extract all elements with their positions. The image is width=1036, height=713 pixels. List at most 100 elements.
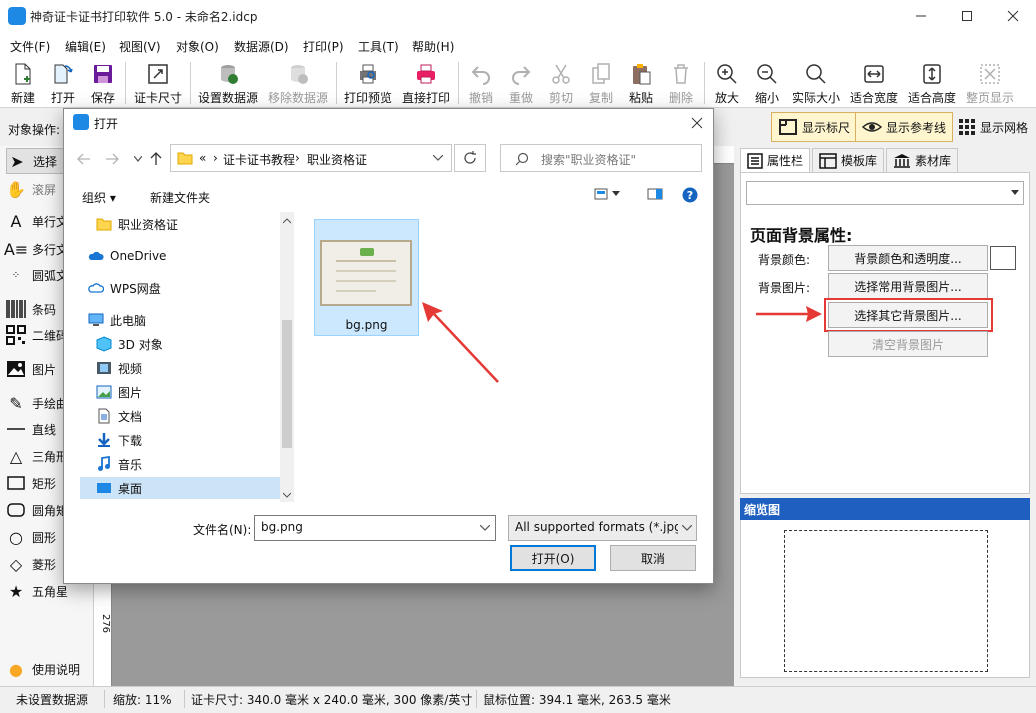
menu-view[interactable]: 视图(V)	[119, 38, 161, 55]
open-button[interactable]: 打开(O)	[510, 545, 596, 571]
nav-item-music[interactable]: 音乐	[96, 453, 142, 475]
menu-edit[interactable]: 编辑(E)	[65, 38, 106, 55]
breadcrumb-current[interactable]: 职业资格证	[307, 151, 367, 168]
search-input[interactable]: 搜索"职业资格证"	[500, 144, 702, 172]
common-bg-image-button[interactable]: 选择常用背景图片...	[828, 273, 988, 299]
object-selector[interactable]	[746, 181, 1024, 205]
new-folder-button[interactable]: 新建文件夹	[150, 189, 210, 206]
bg-color-button[interactable]: 背景颜色和透明度...	[828, 245, 988, 271]
scroll-up-arrow-icon[interactable]	[283, 218, 291, 224]
set-datasource-button[interactable]: 设置数据源	[196, 60, 260, 106]
back-button[interactable]	[74, 150, 94, 168]
delete-button[interactable]: 删除	[664, 60, 698, 106]
recent-locations-button[interactable]	[128, 150, 148, 168]
folder-icon	[96, 218, 112, 231]
fit-height-button[interactable]: 适合高度	[906, 60, 958, 106]
address-dropdown[interactable]	[426, 145, 450, 171]
tool-triangle[interactable]: △ 三角形	[6, 443, 68, 469]
filename-input[interactable]: bg.png	[254, 515, 496, 541]
filetype-select[interactable]: All supported formats (*.jpg;	[508, 515, 697, 541]
tool-circle[interactable]: ○ 圆形	[6, 524, 56, 550]
tool-image[interactable]: 图片	[6, 356, 56, 382]
scroll-down-arrow-icon[interactable]	[283, 492, 291, 498]
open-button[interactable]: 打开	[46, 60, 80, 106]
help-button[interactable]: ● 使用说明	[6, 656, 80, 682]
tool-multi-line-text[interactable]: A≡ 多行文	[4, 236, 68, 262]
menu-datasource[interactable]: 数据源(D)	[234, 38, 289, 55]
tool-arc-text[interactable]: ⁘ 圆弧文	[6, 262, 68, 288]
zoom-in-button[interactable]: 放大	[710, 60, 744, 106]
nav-item-videos[interactable]: 视频	[96, 357, 142, 379]
direct-print-button[interactable]: 直接打印	[400, 60, 452, 106]
tool-single-line-text[interactable]: A 单行文	[6, 208, 69, 234]
tool-diamond[interactable]: ◇ 菱形	[6, 551, 56, 577]
address-bar[interactable]: « › 证卡证书教程 › 职业资格证	[170, 144, 452, 172]
nav-item-downloads[interactable]: 下载	[96, 429, 142, 451]
help-button[interactable]: ?	[682, 187, 698, 203]
tool-qrcode[interactable]: 二维码	[6, 322, 68, 348]
show-grid-toggle[interactable]: 显示网格	[951, 112, 1035, 142]
menu-object[interactable]: 对象(O)	[176, 38, 219, 55]
cancel-button[interactable]: 取消	[610, 545, 696, 571]
menu-tools[interactable]: 工具(T)	[358, 38, 399, 55]
show-ruler-toggle[interactable]: 显示标尺	[771, 112, 858, 142]
breadcrumb-overflow[interactable]: «	[199, 151, 206, 165]
up-button[interactable]	[146, 150, 166, 168]
help-icon: ?	[682, 187, 698, 203]
tab-properties[interactable]: 属性栏	[740, 148, 811, 172]
nav-item-wps[interactable]: WPS网盘	[88, 277, 161, 299]
dialog-close-button[interactable]	[684, 112, 710, 134]
forward-button[interactable]	[102, 150, 122, 168]
remove-datasource-button[interactable]: 移除数据源	[266, 60, 330, 106]
chevron-down-icon	[1011, 190, 1019, 195]
copy-button[interactable]: 复制	[584, 60, 618, 106]
nav-item-folder[interactable]: 职业资格证	[96, 213, 178, 235]
breadcrumb-item[interactable]: 证卡证书教程	[223, 151, 295, 168]
nav-item-onedrive[interactable]: OneDrive	[88, 245, 166, 267]
nav-item-documents[interactable]: 文档	[96, 405, 142, 427]
close-button[interactable]	[990, 0, 1036, 32]
maximize-button[interactable]	[944, 0, 990, 32]
clear-bg-image-button[interactable]: 清空背景图片	[828, 331, 988, 357]
view-options-button[interactable]	[594, 188, 620, 200]
nav-item-this-pc[interactable]: 此电脑	[88, 309, 146, 331]
tool-star[interactable]: ★ 五角星	[6, 578, 68, 604]
toolbar-separator	[458, 62, 459, 104]
redo-button[interactable]: 重做	[504, 60, 538, 106]
undo-button[interactable]: 撤销	[464, 60, 498, 106]
new-button[interactable]: 新建	[6, 60, 40, 106]
tab-materials[interactable]: 素材库	[886, 148, 959, 172]
fit-width-button[interactable]: 适合宽度	[848, 60, 900, 106]
nav-item-pictures[interactable]: 图片	[96, 381, 142, 403]
tool-pan[interactable]: ✋ 滚屏	[6, 176, 56, 202]
menu-print[interactable]: 打印(P)	[303, 38, 344, 55]
menu-file[interactable]: 文件(F)	[10, 38, 50, 55]
video-icon	[97, 362, 111, 374]
actual-size-button[interactable]: 实际大小	[790, 60, 842, 106]
print-preview-button[interactable]: 打印预览	[342, 60, 394, 106]
preview-pane-button[interactable]	[647, 188, 663, 200]
filetype-dropdown[interactable]	[678, 516, 696, 540]
tool-line[interactable]: 直线	[6, 416, 56, 442]
refresh-button[interactable]	[454, 144, 486, 172]
bg-color-swatch[interactable]	[990, 246, 1016, 270]
paste-button[interactable]: 粘贴	[624, 60, 658, 106]
minimize-button[interactable]	[898, 0, 944, 32]
tool-rectangle[interactable]: 矩形	[6, 470, 56, 496]
tool-freehand[interactable]: ✎ 手绘曲	[6, 390, 68, 416]
whole-page-button[interactable]: 整页显示	[964, 60, 1016, 106]
cut-button[interactable]: 剪切	[544, 60, 578, 106]
tab-templates[interactable]: 模板库	[812, 148, 885, 172]
tool-barcode[interactable]: 条码	[6, 296, 56, 322]
tool-rounded-rectangle[interactable]: 圆角矩	[6, 497, 68, 523]
menu-help[interactable]: 帮助(H)	[412, 38, 454, 55]
nav-item-3d-objects[interactable]: 3D 对象	[96, 333, 163, 355]
nav-scrollbar-thumb[interactable]	[282, 320, 292, 448]
filename-dropdown[interactable]	[476, 516, 494, 540]
organize-button[interactable]: 组织 ▾	[82, 189, 116, 206]
zoom-out-button[interactable]: 缩小	[750, 60, 784, 106]
card-size-button[interactable]: 证卡尺寸	[132, 60, 184, 106]
nav-item-desktop[interactable]: 桌面	[96, 477, 142, 499]
show-guides-toggle[interactable]: 显示参考线	[855, 112, 954, 142]
save-button[interactable]: 保存	[86, 60, 120, 106]
